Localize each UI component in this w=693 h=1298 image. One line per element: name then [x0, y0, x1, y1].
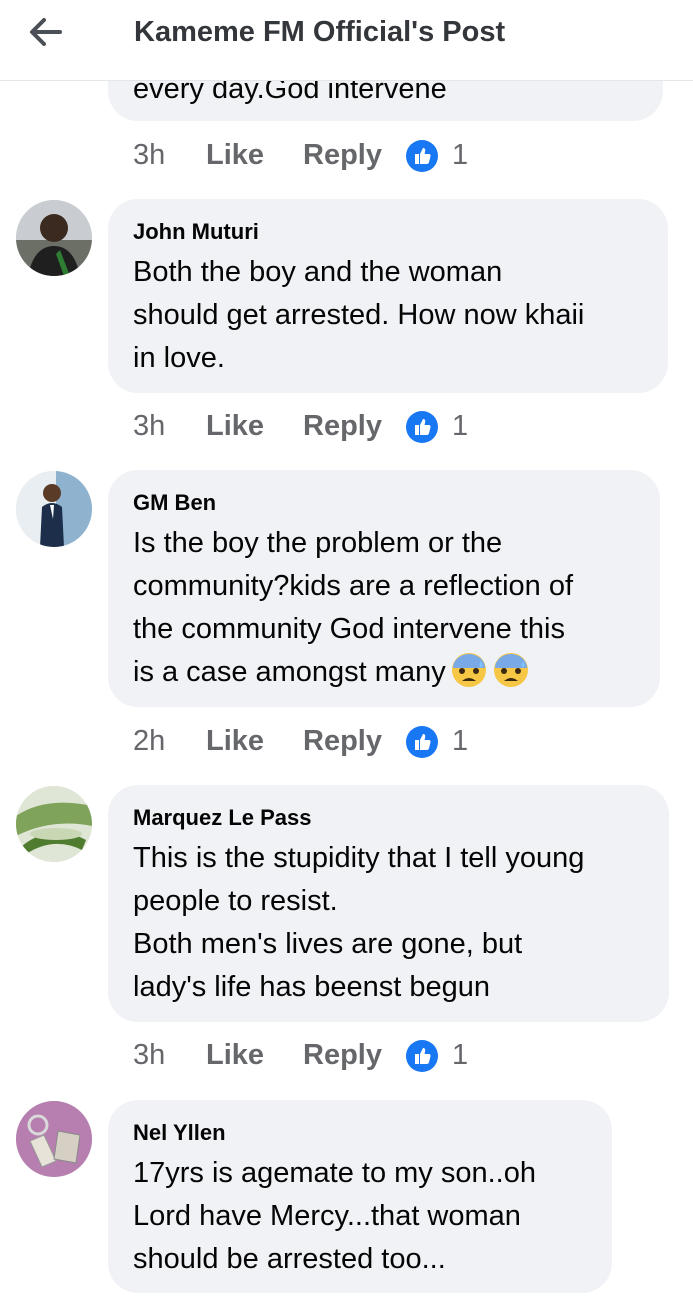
avatar[interactable]: [16, 471, 92, 547]
comments-feed[interactable]: every day.God intervene 3h Like Reply 1 …: [0, 0, 693, 1298]
avatar[interactable]: [16, 1101, 92, 1177]
commenter-name[interactable]: Nel Yllen: [133, 1120, 226, 1146]
like-button[interactable]: Like: [206, 1035, 264, 1075]
comment-bubble: Marquez Le Pass This is the stupidity th…: [108, 785, 669, 1022]
commenter-name[interactable]: Marquez Le Pass: [133, 805, 312, 831]
thumbs-up-icon: [406, 726, 438, 758]
comment-text: 17yrs is agemate to my son..oh Lord have…: [133, 1157, 536, 1275]
comment-text: Both the boy and the woman should get ar…: [133, 256, 585, 374]
commenter-name[interactable]: GM Ben: [133, 490, 216, 516]
reaction-count: 1: [452, 410, 469, 442]
page-title: Kameme FM Official's Post: [134, 16, 506, 48]
reply-button[interactable]: Reply: [303, 1035, 382, 1075]
arrow-left-icon: [30, 18, 62, 46]
comment-bubble: GM Ben Is the boy the problem or the com…: [108, 470, 660, 707]
avatar[interactable]: [16, 200, 92, 276]
comment-bubble: Nel Yllen 17yrs is agemate to my son..oh…: [108, 1100, 612, 1293]
like-button[interactable]: Like: [206, 721, 264, 761]
post-header: Kameme FM Official's Post: [0, 0, 693, 81]
reaction-count: 1: [452, 1039, 469, 1071]
anxious-face-with-sweat-emoji: [451, 653, 486, 687]
back-button[interactable]: [26, 14, 66, 50]
commenter-name[interactable]: John Muturi: [133, 219, 259, 245]
comment-bubble: John Muturi Both the boy and the woman s…: [108, 199, 668, 393]
comment-time: 3h: [133, 139, 166, 171]
reply-button[interactable]: Reply: [303, 406, 382, 446]
comment-time: 3h: [133, 410, 166, 442]
reply-button[interactable]: Reply: [303, 721, 382, 761]
comment-time: 3h: [133, 1039, 166, 1071]
comment-text: Is the boy the problem or the community?…: [133, 522, 573, 694]
anxious-face-with-sweat-emoji: [493, 653, 528, 687]
thumbs-up-icon: [406, 411, 438, 443]
like-button[interactable]: Like: [206, 406, 264, 446]
reply-button[interactable]: Reply: [303, 135, 382, 175]
comment-text: This is the stupidity that I tell young …: [133, 842, 585, 1003]
thumbs-up-icon: [406, 140, 438, 172]
comment-time: 2h: [133, 725, 166, 757]
like-button[interactable]: Like: [206, 135, 264, 175]
reaction-count: 1: [452, 139, 469, 171]
thumbs-up-icon: [406, 1040, 438, 1072]
avatar[interactable]: [16, 786, 92, 862]
reaction-count: 1: [452, 725, 469, 757]
